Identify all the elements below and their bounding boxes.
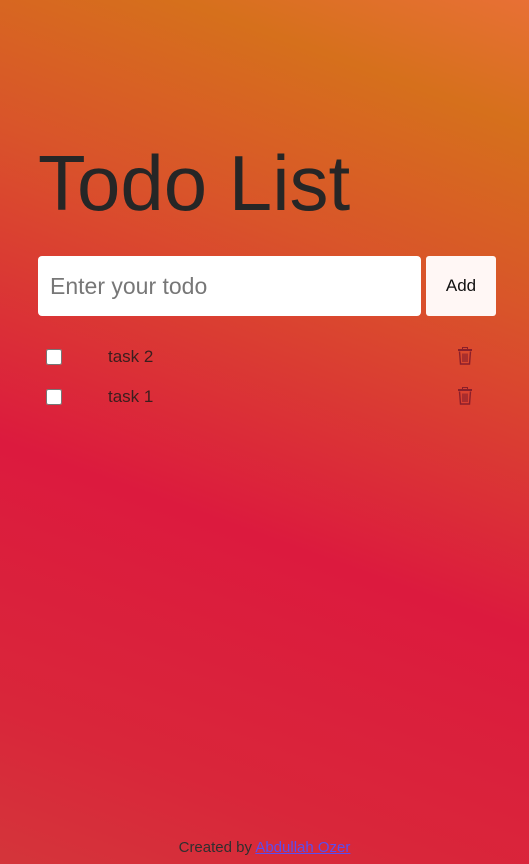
todo-text: task 1: [108, 387, 154, 406]
footer: Created by Abdullah Ozer: [0, 838, 529, 858]
todo-item: task 2: [38, 337, 496, 377]
todo-text: task 2: [108, 347, 154, 366]
todo-list: task 2 task 1: [38, 337, 496, 417]
footer-prefix: Created by: [178, 839, 252, 856]
delete-todo-button[interactable]: [456, 347, 474, 367]
add-button[interactable]: Add: [426, 256, 496, 316]
todo-input[interactable]: [38, 256, 421, 316]
todo-item: task 1: [38, 377, 496, 417]
delete-todo-button[interactable]: [456, 387, 474, 407]
trash-icon: [458, 387, 472, 405]
trash-icon: [458, 347, 472, 365]
page-title: Todo List: [38, 139, 351, 227]
todo-form: Add: [38, 256, 496, 316]
todo-checkbox[interactable]: [46, 389, 62, 405]
todo-checkbox[interactable]: [46, 349, 62, 365]
author-link[interactable]: Abdullah Ozer: [255, 839, 350, 856]
